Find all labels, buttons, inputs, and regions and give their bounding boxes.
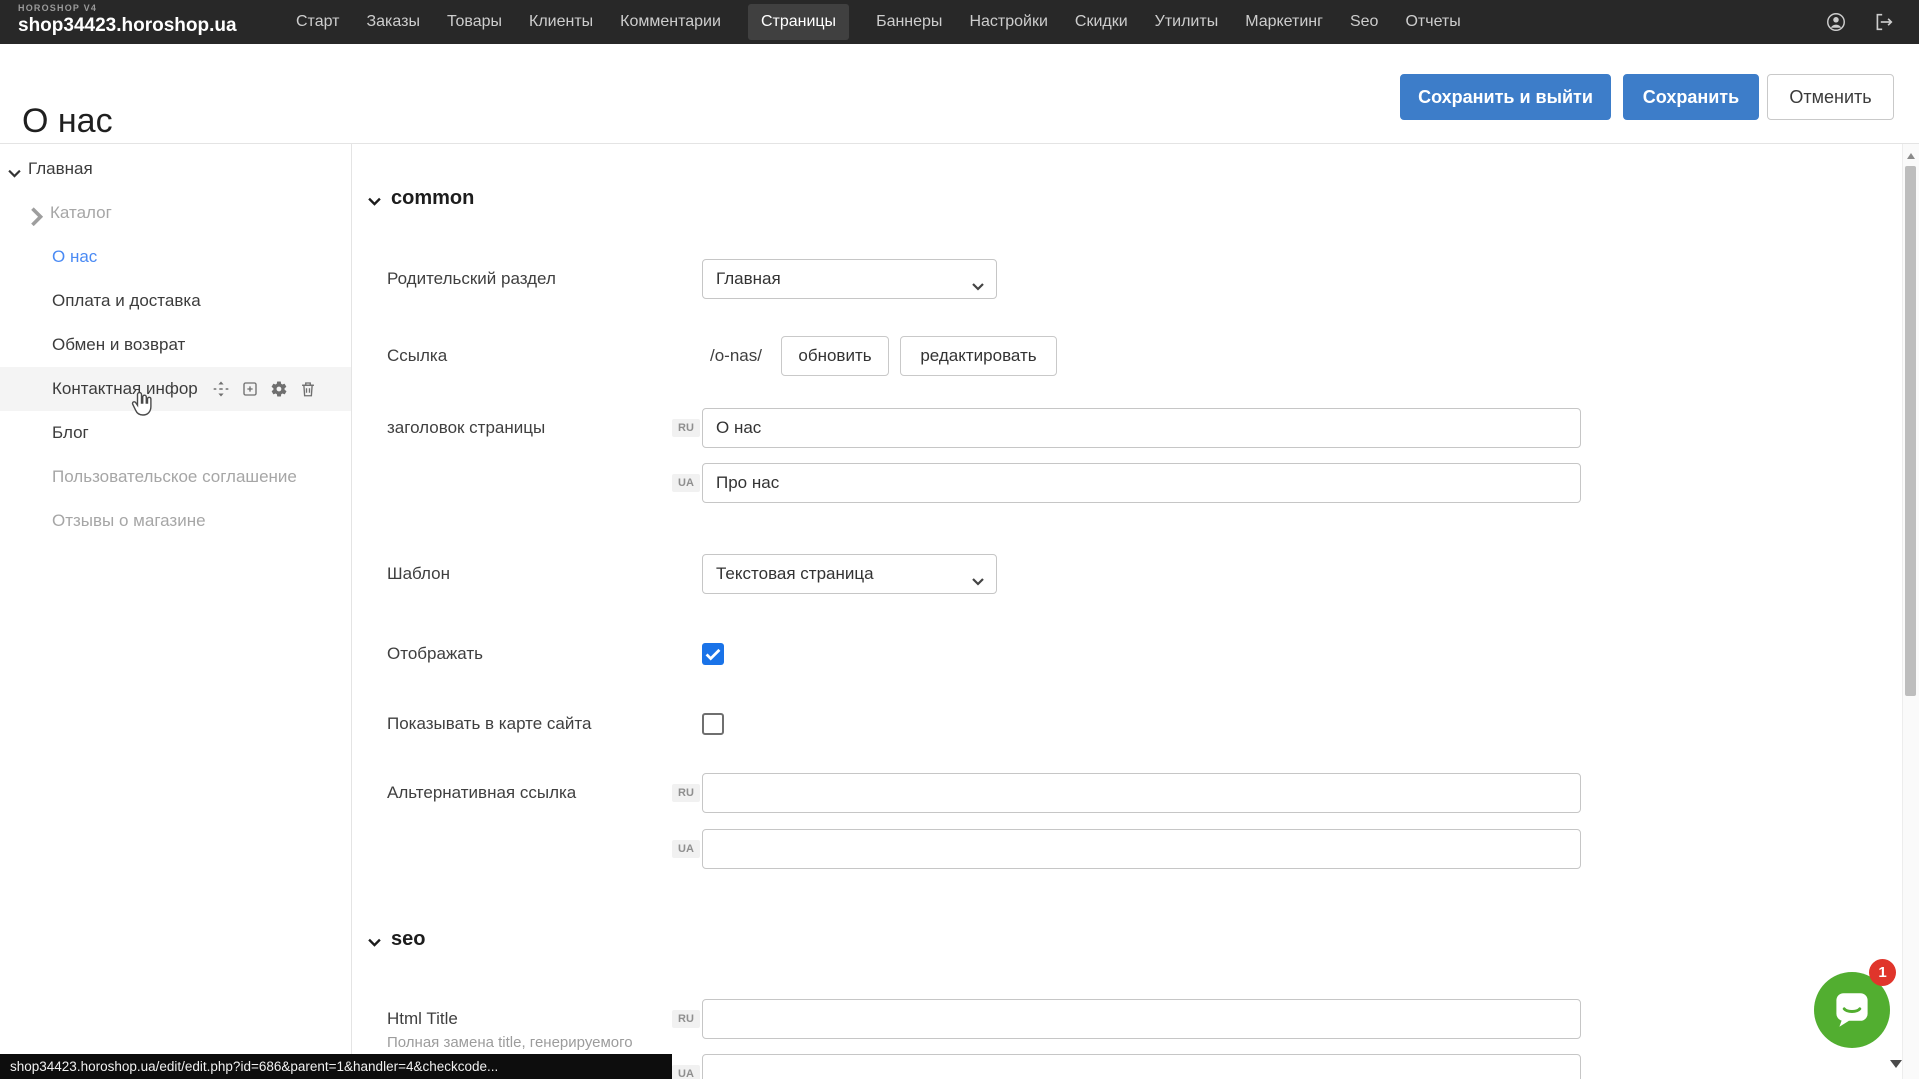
sitemap-checkbox[interactable] [702, 713, 724, 735]
tree-item-label: Оплата и доставка [52, 291, 201, 311]
tree-item-obmen[interactable]: Обмен и возврат [0, 323, 351, 367]
selected-value: Текстовая страница [716, 564, 874, 584]
top-bar: HOROSHOP V4 shop34423.horoshop.ua Старт … [0, 0, 1919, 44]
lang-ua-badge: UA [672, 1065, 700, 1079]
tree-item-katalog[interactable]: Каталог [0, 191, 351, 235]
lang-ru-badge: RU [672, 784, 700, 802]
page: HOROSHOP V4 shop34423.horoshop.ua Старт … [0, 0, 1919, 1079]
nav-start[interactable]: Старт [296, 13, 339, 31]
lang-ru-badge: RU [672, 1010, 700, 1028]
status-url-bar: shop34423.horoshop.ua/edit/edit.php?id=6… [0, 1054, 672, 1079]
nav-utilities[interactable]: Утилиты [1155, 13, 1219, 31]
tree-item-oplata[interactable]: Оплата и доставка [0, 279, 351, 323]
page-title-label: заголовок страницы [387, 408, 545, 448]
display-checkbox[interactable] [702, 643, 724, 665]
scrollbar[interactable] [1902, 144, 1919, 1079]
chevron-down-icon [972, 276, 984, 285]
chevron-down-icon [972, 571, 984, 580]
chat-bubble-icon [1828, 986, 1876, 1034]
link-label: Ссылка [387, 336, 447, 376]
display-label: Отображать [387, 643, 483, 665]
tree-item-label: Главная [28, 159, 93, 179]
alt-link-ru-input[interactable] [702, 773, 1581, 813]
nav-clients[interactable]: Клиенты [529, 13, 593, 31]
html-title-ru-input[interactable] [702, 999, 1581, 1039]
html-title-ua-input[interactable] [702, 1054, 1581, 1079]
selected-value: Главная [716, 269, 781, 289]
tree-item-label: Блог [52, 423, 89, 443]
tree-item-label: О нас [52, 247, 97, 267]
main-nav: Старт Заказы Товары Клиенты Комментарии … [296, 0, 1461, 44]
html-title-hint: Полная замена title, генерируемого [387, 1034, 633, 1051]
brand-version: HOROSHOP V4 [18, 4, 237, 13]
account-icon[interactable] [1825, 11, 1847, 33]
nav-orders[interactable]: Заказы [366, 13, 419, 31]
tree-item-otzyvy[interactable]: Отзывы о магазине [0, 499, 351, 543]
chevron-right-icon[interactable] [30, 207, 43, 220]
page-edit-form: common Родительский раздел Главная Ссылк… [352, 144, 1903, 1079]
nav-settings[interactable]: Настройки [969, 13, 1047, 31]
html-title-label: Html Title [387, 999, 458, 1039]
delete-trash-icon[interactable] [299, 380, 317, 398]
nav-pages[interactable]: Страницы [748, 4, 849, 40]
link-edit-button[interactable]: редактировать [900, 336, 1057, 376]
page-title-ua-input[interactable] [702, 463, 1581, 503]
alt-link-label: Альтернативная ссылка [387, 773, 576, 813]
page-header: О нас Сохранить и выйти Сохранить Отмени… [0, 44, 1919, 143]
brand[interactable]: HOROSHOP V4 shop34423.horoshop.ua [18, 4, 237, 35]
nav-discounts[interactable]: Скидки [1075, 13, 1128, 31]
lang-ua-badge: UA [672, 474, 700, 492]
tree-item-label: Каталог [50, 203, 112, 223]
scroll-up-arrow[interactable] [1907, 153, 1915, 159]
pages-tree-sidebar: Главная Каталог О нас Оплата и доставка … [0, 144, 351, 1079]
tree-item-label: Отзывы о магазине [52, 511, 206, 531]
section-common-toggle[interactable]: common [368, 184, 474, 212]
alt-link-ua-input[interactable] [702, 829, 1581, 869]
parent-section-label: Родительский раздел [387, 259, 556, 299]
tree-item-label: Пользовательское соглашение [52, 467, 297, 487]
section-title: seo [391, 928, 425, 951]
settings-gear-icon[interactable] [270, 380, 288, 398]
nav-marketing[interactable]: Маркетинг [1245, 13, 1323, 31]
tree-item-soglashenie[interactable]: Пользовательское соглашение [0, 455, 351, 499]
lang-ua-badge: UA [672, 840, 700, 858]
nav-products[interactable]: Товары [447, 13, 502, 31]
template-label: Шаблон [387, 554, 450, 594]
chat-unread-badge: 1 [1869, 959, 1896, 986]
tree-item-label: Обмен и возврат [52, 335, 185, 355]
page-title: О нас [22, 102, 113, 141]
chevron-down-icon [368, 193, 381, 203]
save-button[interactable]: Сохранить [1623, 74, 1759, 120]
nav-reports[interactable]: Отчеты [1405, 13, 1460, 31]
save-and-exit-button[interactable]: Сохранить и выйти [1400, 74, 1611, 120]
chevron-down-icon[interactable] [8, 163, 21, 176]
tree-item-glavnaya[interactable]: Главная [0, 147, 351, 191]
sitemap-label: Показывать в карте сайта [387, 713, 591, 735]
page-title-ru-input[interactable] [702, 408, 1581, 448]
scroll-down-arrow[interactable] [1890, 1060, 1902, 1068]
link-path: /o-nas/ [710, 336, 762, 376]
nav-banners[interactable]: Баннеры [876, 13, 942, 31]
tree-item-o-nas[interactable]: О нас [0, 235, 351, 279]
lang-ru-badge: RU [672, 419, 700, 437]
brand-domain: shop34423.horoshop.ua [18, 16, 237, 35]
tree-item-label: Контактная инфор [52, 379, 198, 399]
nav-seo[interactable]: Seo [1350, 13, 1378, 31]
section-seo-toggle[interactable]: seo [368, 925, 425, 953]
topbar-icons [1825, 0, 1895, 44]
template-select[interactable]: Текстовая страница [702, 554, 997, 594]
drag-move-icon[interactable] [212, 380, 230, 398]
parent-section-select[interactable]: Главная [702, 259, 997, 299]
nav-comments[interactable]: Комментарии [620, 13, 721, 31]
tree-item-kontaktnaya[interactable]: Контактная инфор [0, 367, 351, 411]
link-update-button[interactable]: обновить [781, 336, 889, 376]
cancel-button[interactable]: Отменить [1767, 74, 1894, 120]
section-title: common [391, 187, 474, 210]
chevron-down-icon [368, 934, 381, 944]
scrollbar-thumb[interactable] [1905, 166, 1916, 696]
tree-item-actions [212, 380, 317, 398]
logout-icon[interactable] [1873, 11, 1895, 33]
add-page-icon[interactable] [241, 380, 259, 398]
tree-item-blog[interactable]: Блог [0, 411, 351, 455]
